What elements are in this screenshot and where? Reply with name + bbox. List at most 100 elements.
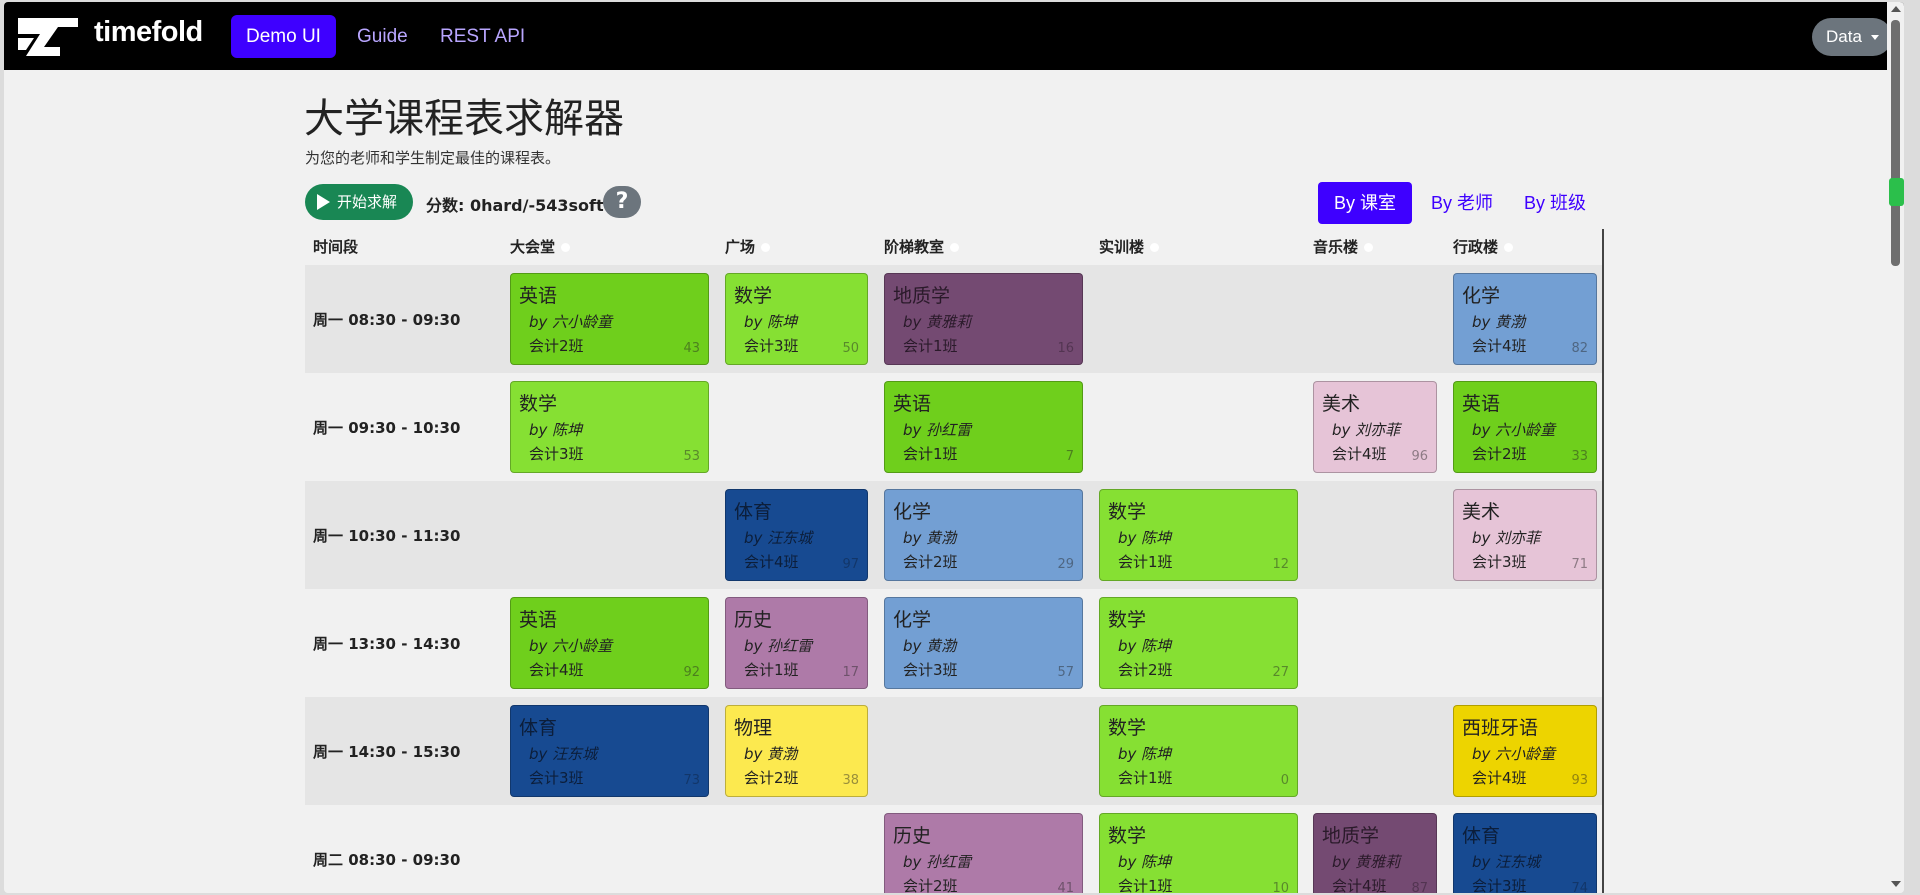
lesson-group: 会计4班 <box>529 661 584 679</box>
room-name: 实训楼 <box>1099 238 1145 256</box>
lesson-card[interactable]: 体育 by 汪东城 会计3班 74 <box>1453 813 1597 893</box>
lesson-subject: 数学 <box>1108 501 1147 523</box>
lesson-teacher: by 陈坤 <box>1118 637 1172 655</box>
lesson-card[interactable]: 数学 by 陈坤 会计2班 27 <box>1099 597 1298 689</box>
lesson-card[interactable]: 数学 by 陈坤 会计1班 12 <box>1099 489 1298 581</box>
lesson-card[interactable]: 地质学 by 黄雅莉 会计1班 16 <box>884 273 1083 365</box>
tab-by-teacher[interactable]: By 老师 <box>1415 182 1509 224</box>
lesson-card[interactable]: 英语 by 六小龄童 会计4班 92 <box>510 597 709 689</box>
lesson-card[interactable]: 美术 by 刘亦菲 会计4班 96 <box>1313 381 1437 473</box>
score-label: 分数: 0hard/-543soft <box>426 196 604 215</box>
browser-viewport: timefold Demo UI Guide REST API Data 大学课… <box>4 2 1904 893</box>
timetable-grid: 时间段 大会堂 广场 阶梯教室 实训楼 音乐楼 行政楼 周一 08:30 - 09:30 周一… <box>305 229 1604 893</box>
lesson-teacher: by 六小龄童 <box>1472 745 1556 763</box>
lesson-subject: 体育 <box>1462 825 1501 847</box>
lesson-group: 会计2班 <box>903 553 958 571</box>
lesson-group: 会计1班 <box>1118 877 1173 893</box>
lesson-id: 10 <box>1272 881 1289 893</box>
lesson-card[interactable]: 物理 by 黄渤 会计2班 38 <box>725 705 868 797</box>
room-name: 行政楼 <box>1453 238 1499 256</box>
page-title: 大学课程表求解器 <box>304 96 624 142</box>
lesson-teacher: by 刘亦菲 <box>1472 529 1541 547</box>
lesson-group: 会计2班 <box>529 337 584 355</box>
lesson-teacher: by 六小龄童 <box>529 637 613 655</box>
nav-guide[interactable]: Guide <box>342 15 423 58</box>
solve-button[interactable]: 开始求解 <box>305 184 413 220</box>
lesson-card[interactable]: 西班牙语 by 六小龄童 会计4班 93 <box>1453 705 1597 797</box>
lesson-id: 53 <box>683 449 700 464</box>
lesson-subject: 地质学 <box>893 285 951 307</box>
timeslot-label: 周一 08:30 - 09:30 <box>313 311 461 329</box>
tab-by-group[interactable]: By 班级 <box>1508 182 1602 224</box>
lesson-teacher: by 黄渤 <box>744 745 798 763</box>
lesson-subject: 美术 <box>1322 393 1361 415</box>
lesson-subject: 数学 <box>1108 609 1147 631</box>
lesson-subject: 化学 <box>1462 285 1501 307</box>
lesson-subject: 英语 <box>893 393 932 415</box>
lesson-id: 96 <box>1411 449 1428 464</box>
lesson-card[interactable]: 英语 by 孙红雷 会计1班 7 <box>884 381 1083 473</box>
page-subtitle: 为您的老师和学生制定最佳的课程表。 <box>305 149 561 167</box>
lesson-subject: 英语 <box>519 285 558 307</box>
tab-by-room[interactable]: By 课室 <box>1318 182 1413 224</box>
lesson-subject: 数学 <box>734 285 773 307</box>
lesson-id: 92 <box>683 665 700 680</box>
lesson-card[interactable]: 英语 by 六小龄童 会计2班 33 <box>1453 381 1597 473</box>
column-header-room: 行政楼 <box>1453 229 1514 265</box>
lesson-group: 会计1班 <box>903 337 958 355</box>
scroll-up-arrow-icon[interactable] <box>1891 6 1901 12</box>
data-dropdown-button[interactable]: Data <box>1812 18 1892 56</box>
lesson-group: 会计2班 <box>744 769 799 787</box>
lesson-card[interactable]: 体育 by 汪东城 会计4班 97 <box>725 489 868 581</box>
grid-right-border <box>1602 229 1604 893</box>
lesson-card[interactable]: 历史 by 孙红雷 会计2班 41 <box>884 813 1083 893</box>
lesson-group: 会计1班 <box>1118 553 1173 571</box>
lesson-group: 会计2班 <box>903 877 958 893</box>
lesson-subject: 历史 <box>734 609 773 631</box>
lesson-card[interactable]: 化学 by 黄渤 会计3班 57 <box>884 597 1083 689</box>
lesson-teacher: by 陈坤 <box>1118 745 1172 763</box>
lesson-card[interactable]: 美术 by 刘亦菲 会计3班 71 <box>1453 489 1597 581</box>
lesson-card[interactable]: 地质学 by 黄雅莉 会计4班 87 <box>1313 813 1437 893</box>
timeslot-label: 周一 10:30 - 11:30 <box>313 527 461 545</box>
lesson-card[interactable]: 数学 by 陈坤 会计3班 53 <box>510 381 709 473</box>
lesson-teacher: by 陈坤 <box>1118 529 1172 547</box>
lesson-card[interactable]: 体育 by 汪东城 会计3班 73 <box>510 705 709 797</box>
lesson-group: 会计3班 <box>529 769 584 787</box>
lesson-id: 29 <box>1057 557 1074 572</box>
lesson-card[interactable]: 历史 by 孙红雷 会计1班 17 <box>725 597 868 689</box>
lesson-card[interactable]: 数学 by 陈坤 会计1班 0 <box>1099 705 1298 797</box>
brand-name[interactable]: timefold <box>94 16 203 49</box>
lesson-card[interactable]: 数学 by 陈坤 会计3班 50 <box>725 273 868 365</box>
lesson-group: 会计3班 <box>529 445 584 463</box>
lesson-card[interactable]: 数学 by 陈坤 会计1班 10 <box>1099 813 1298 893</box>
lesson-id: 41 <box>1057 881 1074 893</box>
lesson-card[interactable]: 化学 by 黄渤 会计2班 29 <box>884 489 1083 581</box>
lesson-group: 会计1班 <box>744 661 799 679</box>
column-header-room: 广场 <box>725 229 771 265</box>
lesson-card[interactable]: 化学 by 黄渤 会计4班 82 <box>1453 273 1597 365</box>
lesson-group: 会计3班 <box>903 661 958 679</box>
lesson-group: 会计3班 <box>1472 877 1527 893</box>
lesson-subject: 地质学 <box>1322 825 1380 847</box>
lesson-card[interactable]: 英语 by 六小龄童 会计2班 43 <box>510 273 709 365</box>
lesson-id: 33 <box>1571 449 1588 464</box>
room-name: 大会堂 <box>510 238 556 256</box>
lesson-id: 0 <box>1280 773 1289 788</box>
lesson-subject: 数学 <box>519 393 558 415</box>
timeslot-row: 周一 14:30 - 15:30 <box>305 697 1602 805</box>
lesson-id: 82 <box>1571 341 1588 356</box>
lesson-id: 71 <box>1571 557 1588 572</box>
timeslot-label: 周一 09:30 - 10:30 <box>313 419 461 437</box>
nav-rest-api[interactable]: REST API <box>425 15 540 58</box>
help-button[interactable]: ? <box>603 186 641 218</box>
nav-demo-ui[interactable]: Demo UI <box>231 15 336 58</box>
play-icon <box>317 194 330 210</box>
scroll-thumb[interactable] <box>1891 20 1900 266</box>
vertical-scrollbar[interactable] <box>1887 2 1904 893</box>
lesson-subject: 历史 <box>893 825 932 847</box>
lesson-id: 16 <box>1057 341 1074 356</box>
lesson-teacher: by 汪东城 <box>1472 853 1541 871</box>
scroll-down-arrow-icon[interactable] <box>1891 881 1901 887</box>
lesson-subject: 英语 <box>519 609 558 631</box>
